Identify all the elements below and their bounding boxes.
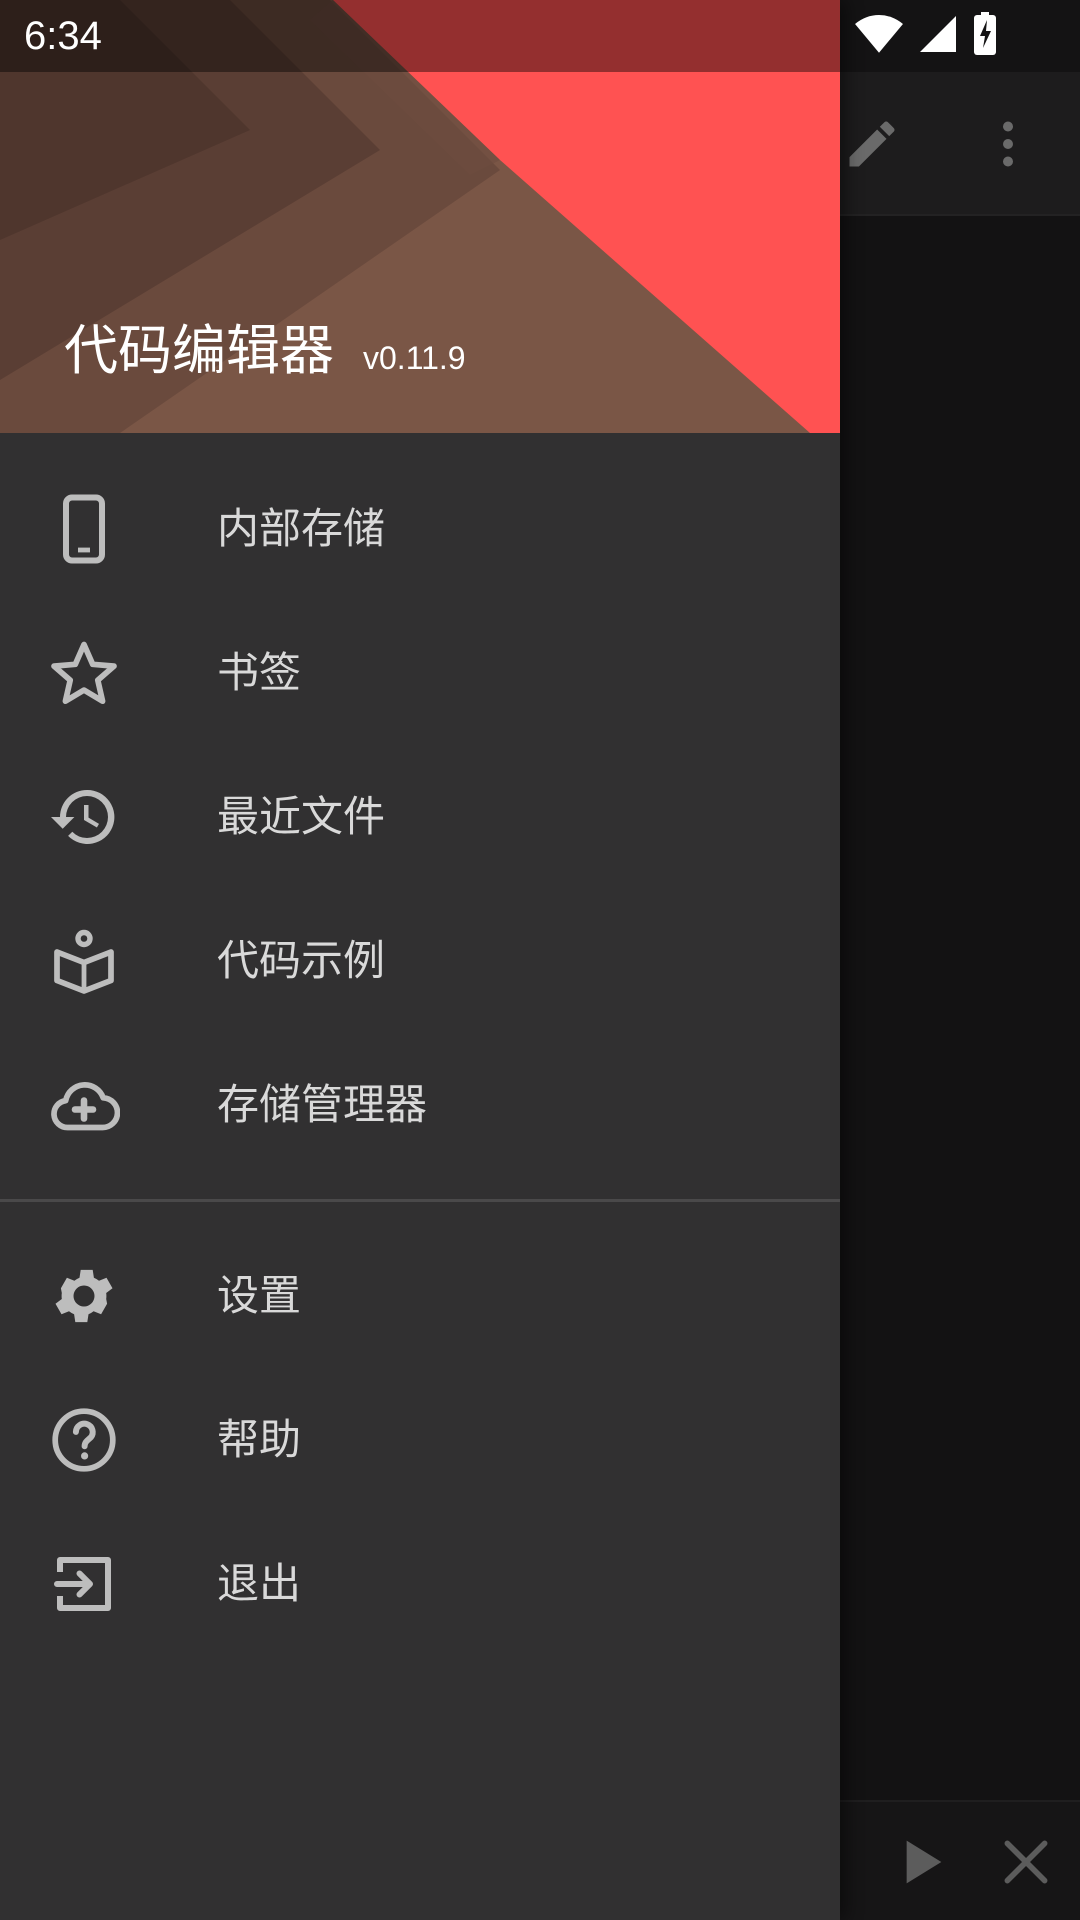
app-title: 代码编辑器 <box>64 319 334 382</box>
phone-icon <box>46 491 122 567</box>
exit-icon <box>46 1546 122 1622</box>
app-version: v0.11.9 <box>363 340 466 376</box>
screen: 代码编辑器 v0.11.9 内部存储 书签 最近文件 代码示例 存储管理器 设置… <box>0 0 1080 1920</box>
drawer-item-exit[interactable]: 退出 <box>0 1512 840 1656</box>
menu-divider <box>0 1199 840 1202</box>
drawer-menu: 内部存储 书签 最近文件 代码示例 存储管理器 设置 帮助 退出 <box>0 457 840 1656</box>
status-icons <box>854 12 998 60</box>
drawer-item-label: 存储管理器 <box>217 1080 428 1129</box>
gear-icon <box>46 1258 122 1334</box>
play-icon[interactable] <box>880 1822 960 1902</box>
drawer-item-bookmarks[interactable]: 书签 <box>0 601 840 745</box>
navigation-drawer: 代码编辑器 v0.11.9 内部存储 书签 最近文件 代码示例 存储管理器 设置… <box>0 0 840 1920</box>
edit-icon[interactable] <box>834 106 910 182</box>
more-vert-icon[interactable] <box>970 106 1046 182</box>
drawer-header: 代码编辑器 v0.11.9 <box>0 0 840 433</box>
history-icon <box>46 779 122 855</box>
drawer-item-label: 内部存储 <box>217 504 386 553</box>
cellular-signal-icon <box>918 14 958 58</box>
drawer-item-label: 帮助 <box>217 1415 302 1464</box>
drawer-item-label: 最近文件 <box>217 792 386 841</box>
star-icon <box>46 635 122 711</box>
close-icon[interactable] <box>986 1822 1066 1902</box>
drawer-item-help[interactable]: 帮助 <box>0 1368 840 1512</box>
battery-charging-icon <box>972 12 998 60</box>
drawer-item-code-samples[interactable]: 代码示例 <box>0 889 840 1033</box>
cloud-add-icon <box>46 1067 122 1143</box>
drawer-item-recent-files[interactable]: 最近文件 <box>0 745 840 889</box>
drawer-item-storage-manager[interactable]: 存储管理器 <box>0 1033 840 1177</box>
drawer-item-settings[interactable]: 设置 <box>0 1224 840 1368</box>
drawer-item-label: 设置 <box>217 1271 302 1320</box>
drawer-item-internal-storage[interactable]: 内部存储 <box>0 457 840 601</box>
drawer-item-label: 退出 <box>217 1559 302 1608</box>
wifi-icon <box>854 13 904 59</box>
status-time: 6:34 <box>24 14 102 58</box>
book-icon <box>46 923 122 999</box>
drawer-item-label: 代码示例 <box>217 936 386 985</box>
drawer-item-label: 书签 <box>217 648 302 697</box>
help-icon <box>46 1402 122 1478</box>
